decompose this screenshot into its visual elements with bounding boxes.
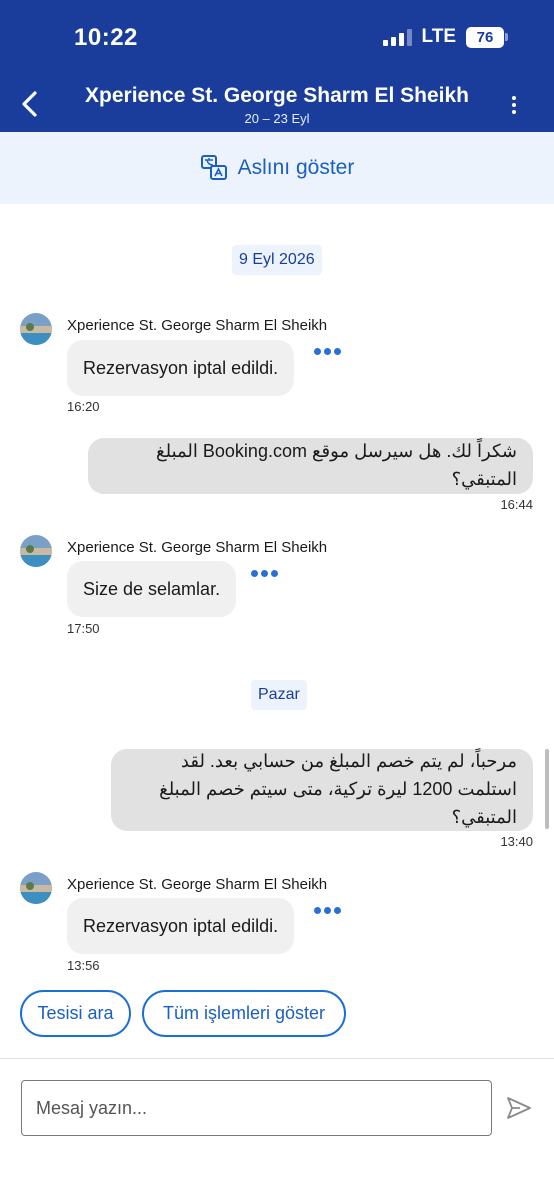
send-button[interactable] — [502, 1091, 536, 1125]
outgoing-message: شكراً لك. هل سيرسل موقع Booking.com المب… — [88, 438, 533, 494]
stay-dates: 20 – 23 Eyl — [244, 111, 310, 126]
send-icon — [507, 1097, 531, 1119]
hotel-avatar — [20, 313, 52, 345]
hotel-title: Xperience St. George Sharm El Sheikh — [85, 84, 469, 107]
message-time: 13:56 — [67, 958, 100, 973]
message-options-icon[interactable] — [314, 348, 341, 355]
incoming-message: Rezervasyon iptal edildi. — [67, 340, 295, 396]
network-type: LTE — [421, 26, 456, 47]
show-original-label: Aslını göster — [237, 156, 355, 179]
show-all-actions-label: Tüm işlemleri göster — [162, 1003, 326, 1023]
message-time: 16:44 — [500, 497, 533, 512]
message-time: 16:20 — [67, 399, 100, 414]
date-separator: Pazar — [251, 680, 307, 710]
show-all-actions-button[interactable]: Tüm işlemleri göster — [142, 990, 346, 1037]
message-text: Size de selamlar. — [83, 578, 221, 599]
message-text: شكراً لك. هل سيرسل موقع Booking.com المب… — [156, 441, 517, 489]
hotel-avatar — [20, 872, 52, 904]
hotel-avatar — [20, 535, 52, 567]
message-text: Rezervasyon iptal edildi. — [83, 915, 279, 936]
message-time: 13:40 — [500, 834, 533, 849]
battery-icon: 76 — [466, 26, 508, 48]
message-options-icon[interactable] — [314, 907, 341, 914]
message-input[interactable] — [21, 1080, 492, 1136]
message-text: مرحباً، لم يتم خصم المبلغ من حسابي بعد. … — [159, 751, 517, 827]
more-options-button[interactable] — [504, 90, 524, 120]
status-time: 10:22 — [74, 24, 138, 51]
incoming-message: Size de selamlar. — [67, 561, 237, 617]
chat-thread[interactable]: 9 Eyl 2026 Xperience St. George Sharm El… — [0, 204, 554, 1058]
call-property-button[interactable]: Tesisi ara — [20, 990, 131, 1037]
incoming-message: Rezervasyon iptal edildi. — [67, 898, 295, 954]
message-options-icon[interactable] — [251, 570, 278, 577]
scrollbar[interactable] — [545, 749, 549, 829]
signal-icon — [382, 28, 412, 46]
message-composer — [0, 1058, 554, 1200]
message-sender: Xperience St. George Sharm El Sheikh — [67, 876, 328, 893]
message-time: 17:50 — [67, 621, 100, 636]
date-separator: 9 Eyl 2026 — [232, 245, 322, 275]
battery-level: 76 — [466, 26, 504, 48]
message-text: Rezervasyon iptal edildi. — [83, 357, 279, 378]
show-original-button[interactable]: Aslını göster — [0, 132, 554, 204]
translate-icon — [200, 155, 227, 180]
back-button[interactable] — [12, 84, 46, 124]
outgoing-message: مرحباً، لم يتم خصم المبلغ من حسابي بعد. … — [111, 749, 533, 831]
message-sender: Xperience St. George Sharm El Sheikh — [67, 317, 328, 334]
call-property-label: Tesisi ara — [37, 1003, 114, 1023]
status-indicators: LTE 76 — [382, 26, 508, 48]
app-header: 10:22 LTE 76 Xperience St. George Sharm … — [0, 0, 554, 132]
message-sender: Xperience St. George Sharm El Sheikh — [67, 539, 328, 556]
chevron-left-icon — [22, 91, 37, 117]
